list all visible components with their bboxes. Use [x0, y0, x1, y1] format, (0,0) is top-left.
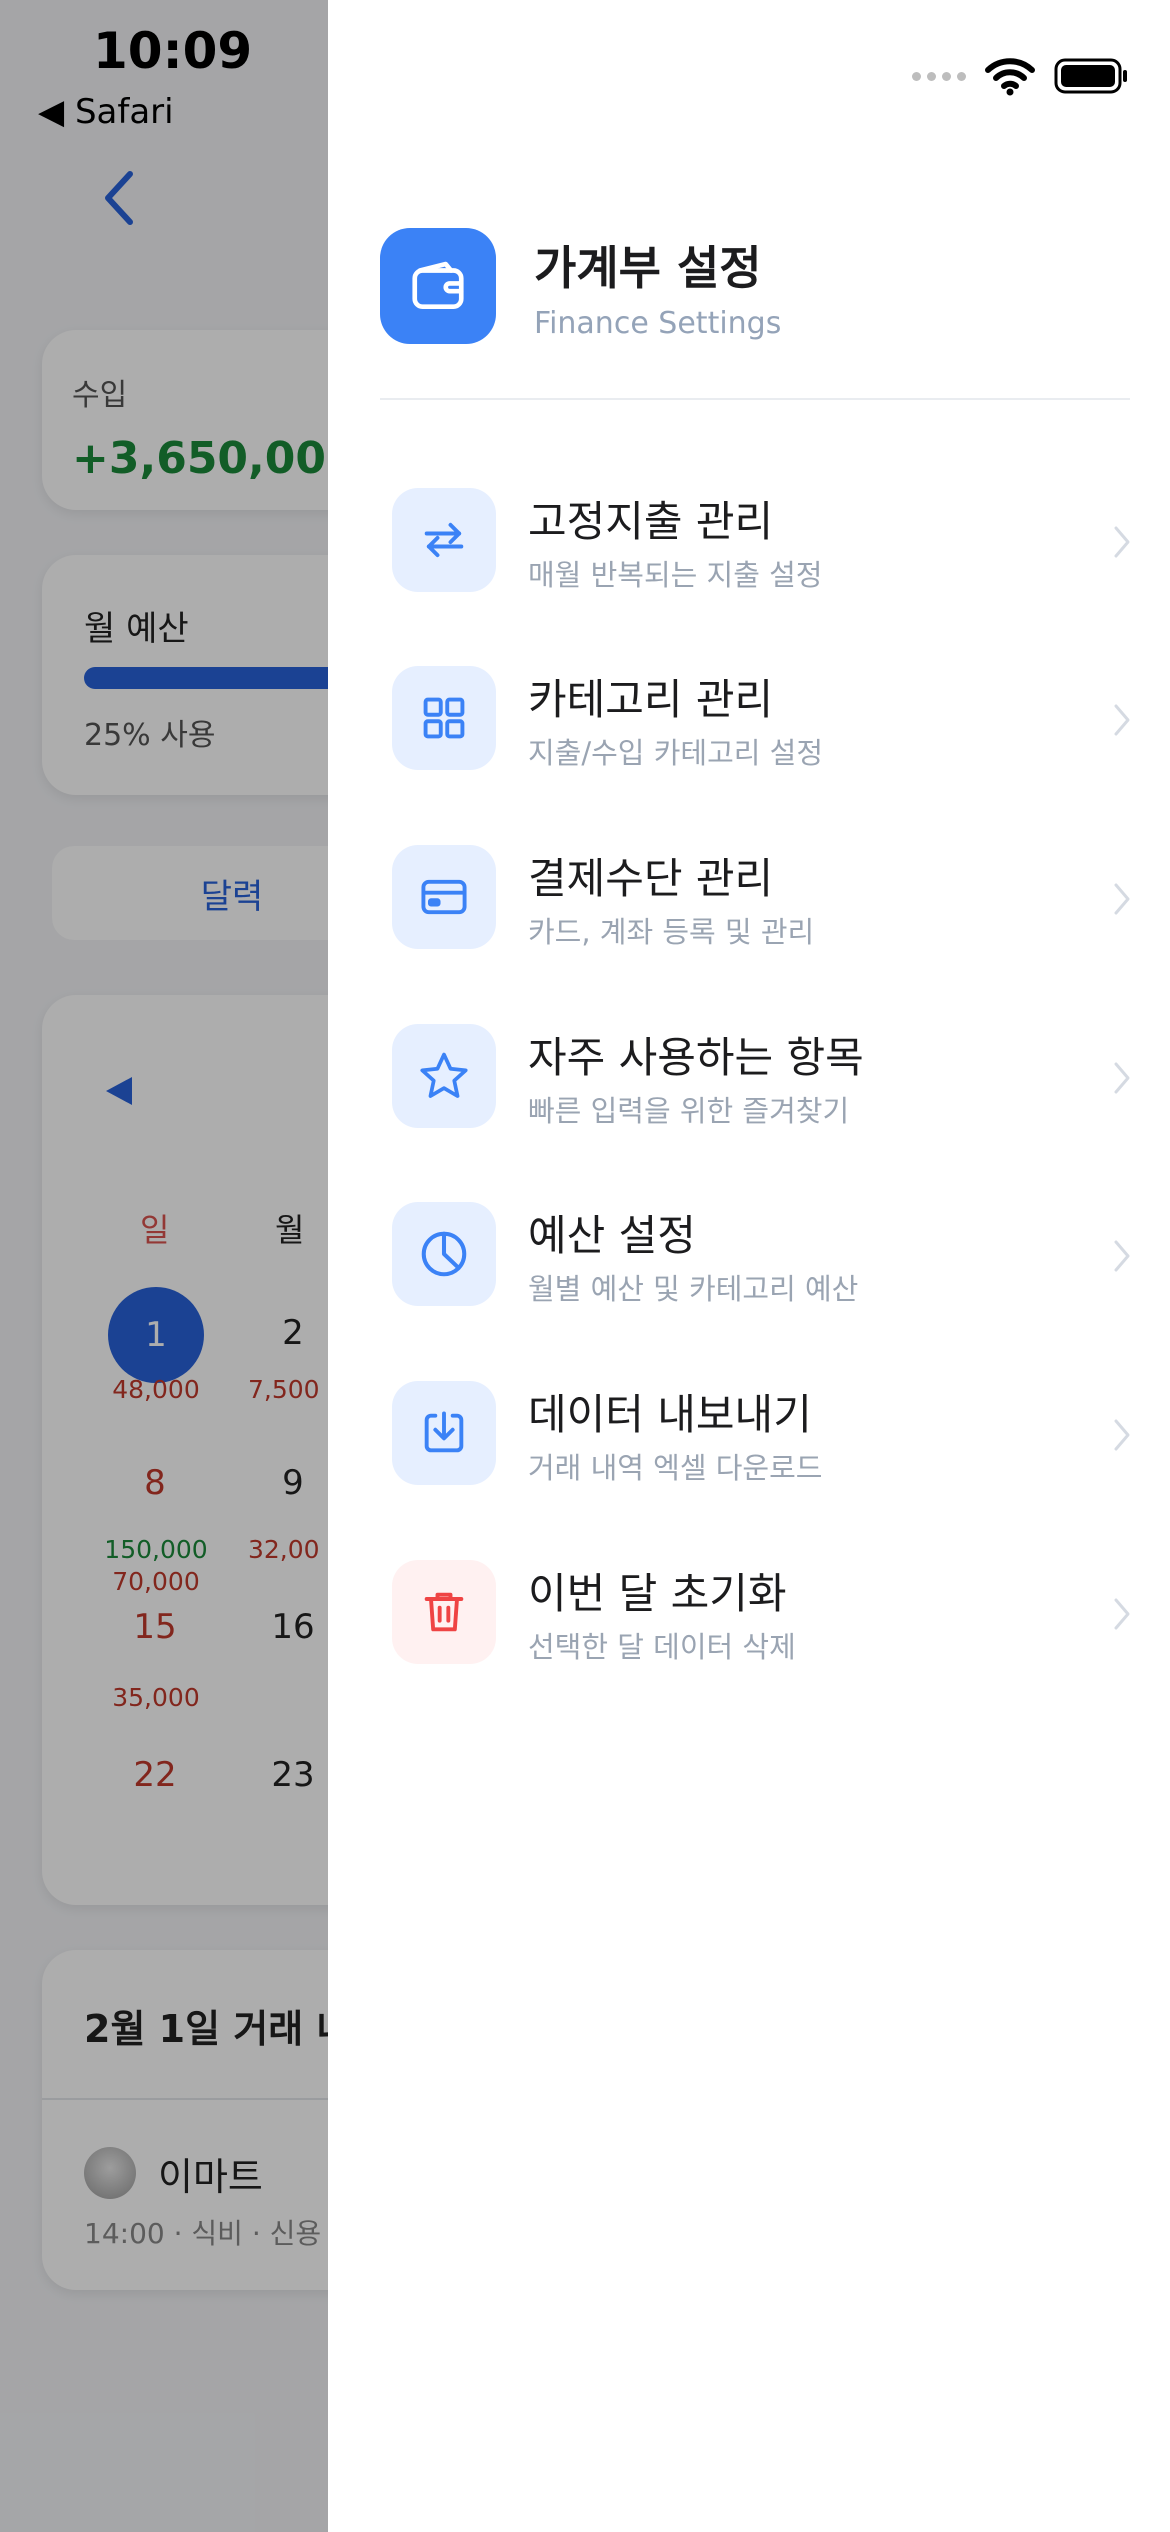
- battery-icon: [1054, 58, 1127, 94]
- chevron-right-icon: [1114, 1062, 1130, 1094]
- menu-reset-month[interactable]: 이번 달 초기화 선택한 달 데이터 삭제: [392, 1560, 1132, 1670]
- chevron-right-icon: [1114, 704, 1130, 736]
- menu-budget-settings[interactable]: 예산 설정 월별 예산 및 카테고리 예산: [392, 1202, 1132, 1312]
- menu-subtitle: 빠른 입력을 위한 즐겨찾기: [528, 1094, 850, 1128]
- cellular-signal-icon: [912, 71, 966, 81]
- wallet-icon: [380, 228, 496, 344]
- menu-export-data[interactable]: 데이터 내보내기 거래 내역 엑셀 다운로드: [392, 1381, 1132, 1491]
- chevron-right-icon: [1114, 1598, 1130, 1630]
- credit-card-icon: [392, 845, 496, 949]
- grid-icon: [392, 666, 496, 770]
- menu-subtitle: 카드, 계좌 등록 및 관리: [528, 915, 815, 949]
- drawer-title: 가계부 설정: [534, 241, 762, 295]
- wifi-icon: [985, 58, 1035, 96]
- menu-title: 이번 달 초기화: [528, 1569, 787, 1618]
- star-icon: [392, 1024, 496, 1128]
- menu-subtitle: 매월 반복되는 지출 설정: [528, 558, 823, 592]
- menu-title: 고정지출 관리: [528, 497, 774, 546]
- menu-subtitle: 지출/수입 카테고리 설정: [528, 736, 824, 770]
- drawer-header: 가계부 설정 Finance Settings: [380, 226, 1130, 400]
- menu-fixed-expenses[interactable]: 고정지출 관리 매월 반복되는 지출 설정: [392, 488, 1132, 598]
- menu-subtitle: 거래 내역 엑셀 다운로드: [528, 1451, 823, 1485]
- drawer-subtitle: Finance Settings: [534, 306, 782, 341]
- menu-title: 예산 설정: [528, 1211, 696, 1260]
- status-icons: [912, 55, 1130, 97]
- chevron-right-icon: [1114, 526, 1130, 558]
- menu-subtitle: 선택한 달 데이터 삭제: [528, 1630, 796, 1664]
- download-icon: [392, 1381, 496, 1485]
- menu-payment-methods[interactable]: 결제수단 관리 카드, 계좌 등록 및 관리: [392, 845, 1132, 955]
- settings-drawer: 가계부 설정 Finance Settings 고정지출 관리 매월 반복되는 …: [328, 0, 1170, 2532]
- menu-title: 결제수단 관리: [528, 854, 774, 903]
- menu-favorites[interactable]: 자주 사용하는 항목 빠른 입력을 위한 즐겨찾기: [392, 1024, 1132, 1134]
- menu-categories[interactable]: 카테고리 관리 지출/수입 카테고리 설정: [392, 666, 1132, 776]
- chevron-right-icon: [1114, 883, 1130, 915]
- menu-title: 자주 사용하는 항목: [528, 1033, 864, 1082]
- menu-title: 데이터 내보내기: [528, 1390, 812, 1439]
- repeat-icon: [392, 488, 496, 592]
- menu-title: 카테고리 관리: [528, 675, 774, 724]
- chevron-right-icon: [1114, 1419, 1130, 1451]
- trash-icon: [392, 1560, 496, 1664]
- menu-subtitle: 월별 예산 및 카테고리 예산: [528, 1272, 859, 1306]
- chevron-right-icon: [1114, 1240, 1130, 1272]
- pie-chart-icon: [392, 1202, 496, 1306]
